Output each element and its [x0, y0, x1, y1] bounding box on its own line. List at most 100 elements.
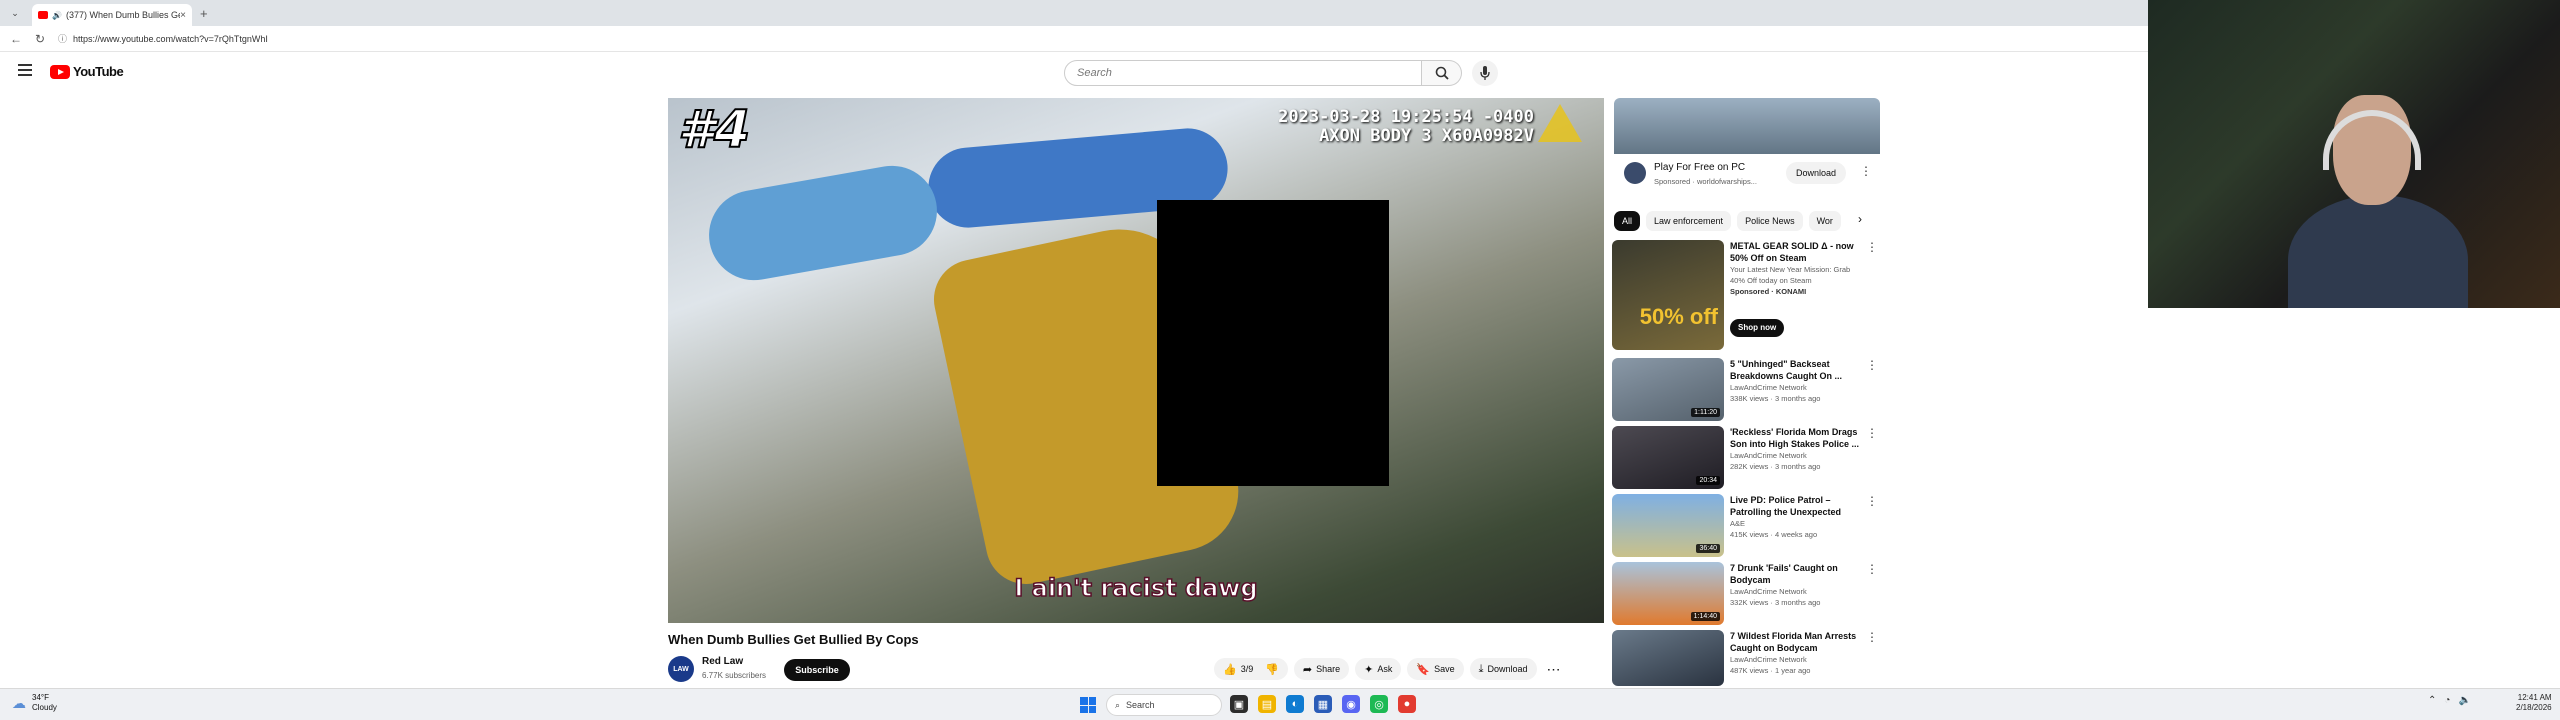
- tab-close-icon[interactable]: ×: [180, 10, 186, 21]
- rec-item-sponsored[interactable]: 50% off METAL GEAR SOLID Δ - now 50% Off…: [1612, 240, 1882, 352]
- channel-avatar[interactable]: LAW: [668, 656, 694, 682]
- spotify-icon[interactable]: ◎: [1370, 695, 1388, 713]
- discord-icon[interactable]: ◉: [1342, 695, 1360, 713]
- reload-icon[interactable]: ↻: [32, 32, 48, 46]
- taskbar-search[interactable]: ⌕ Search: [1106, 694, 1222, 716]
- rec-thumbnail[interactable]: 1:11:20: [1612, 358, 1724, 421]
- rec-duration: 20:34: [1696, 476, 1720, 485]
- site-info-icon[interactable]: ⓘ: [58, 32, 67, 45]
- rec-title[interactable]: 'Reckless' Florida Mom Drags Son into Hi…: [1730, 426, 1860, 450]
- rec-item[interactable]: 7 Wildest Florida Man Arrests Caught on …: [1612, 630, 1882, 686]
- file-explorer-icon[interactable]: ▤: [1258, 695, 1276, 713]
- wifi-icon[interactable]: ◔: [2444, 695, 2450, 706]
- rec-thumbnail[interactable]: 20:34: [1612, 426, 1724, 489]
- video-rank-overlay: #4: [677, 99, 751, 161]
- ask-button[interactable]: ✦ Ask: [1355, 658, 1402, 680]
- rec-line-1: Your Latest New Year Mission: Grab: [1730, 265, 1851, 274]
- rec-info: Live PD: Police Patrol – Patrolling the …: [1730, 494, 1860, 540]
- rec-channel[interactable]: LawAndCrime Network: [1730, 654, 1860, 665]
- url-field[interactable]: ⓘ https://www.youtube.com/watch?v=7rQhTt…: [58, 32, 268, 45]
- sidebar-ad-banner[interactable]: [1614, 98, 1880, 154]
- rec-info: 'Reckless' Florida Mom Drags Son into Hi…: [1730, 426, 1860, 472]
- thumbs-down-icon[interactable]: 👎: [1265, 663, 1279, 676]
- rec-more-icon[interactable]: ⋮: [1866, 494, 1878, 508]
- chips-next-arrow-icon[interactable]: ›: [1858, 212, 1862, 226]
- chip-wor[interactable]: Wor: [1808, 211, 1841, 231]
- rec-more-icon[interactable]: ⋮: [1866, 630, 1878, 644]
- rec-item[interactable]: 20:34 'Reckless' Florida Mom Drags Son i…: [1612, 426, 1882, 490]
- subscribe-button[interactable]: Subscribe: [784, 659, 850, 681]
- rec-item[interactable]: 1:14:40 7 Drunk 'Fails' Caught on Bodyca…: [1612, 562, 1882, 626]
- rec-thumbnail[interactable]: 50% off: [1612, 240, 1724, 350]
- system-tray: ⌃ ◔ 🔈: [2428, 695, 2471, 706]
- download-button[interactable]: ⤓ Download: [1469, 658, 1537, 680]
- more-actions-icon[interactable]: ⋯: [1547, 661, 1561, 678]
- like-button[interactable]: 👍 3/9 👎: [1214, 658, 1288, 680]
- microphone-icon: [1480, 66, 1490, 80]
- store-icon[interactable]: ▦: [1314, 695, 1332, 713]
- windows-start-icon[interactable]: [1080, 697, 1096, 713]
- rec-more-icon[interactable]: ⋮: [1866, 562, 1878, 576]
- browser-tab-active[interactable]: 🔊 (377) When Dumb Bullies Get ×: [32, 4, 192, 26]
- back-arrow-icon[interactable]: ←: [8, 32, 24, 46]
- webcam-person-body: [2288, 195, 2468, 308]
- new-tab-button[interactable]: +: [200, 6, 208, 21]
- youtube-logo[interactable]: YouTube: [50, 64, 124, 79]
- tray-chevron-icon[interactable]: ⌃: [2428, 695, 2436, 706]
- rec-item[interactable]: 36:40 Live PD: Police Patrol – Patrollin…: [1612, 494, 1882, 558]
- weather-widget[interactable]: ☁ 34°F Cloudy: [12, 693, 57, 713]
- chip-all[interactable]: All: [1614, 211, 1641, 231]
- save-label: Save: [1434, 664, 1455, 674]
- chrome-icon[interactable]: ●: [1398, 695, 1416, 713]
- taskbar-search-icon: ⌕: [1115, 699, 1121, 710]
- rec-title[interactable]: 7 Drunk 'Fails' Caught on Bodycam: [1730, 562, 1860, 586]
- rec-meta: 332K views · 3 months ago: [1730, 598, 1821, 607]
- rec-more-icon[interactable]: ⋮: [1866, 426, 1878, 440]
- speaker-icon[interactable]: 🔊: [52, 11, 62, 20]
- rec-thumbnail[interactable]: 36:40: [1612, 494, 1724, 557]
- rec-title[interactable]: 5 "Unhinged" Backseat Breakdowns Caught …: [1730, 358, 1860, 382]
- rec-info: 7 Wildest Florida Man Arrests Caught on …: [1730, 630, 1860, 676]
- save-button[interactable]: 🔖 Save: [1407, 658, 1464, 680]
- voice-search-button[interactable]: [1472, 60, 1498, 86]
- taskbar-clock[interactable]: 12:41 AM 2/18/2026: [2516, 693, 2552, 713]
- rec-item[interactable]: 1:11:20 5 "Unhinged" Backseat Breakdowns…: [1612, 358, 1882, 422]
- rec-line-2: 40% Off today on Steam: [1730, 276, 1812, 285]
- video-player[interactable]: #4 2023-03-28 19:25:54 -0400 AXON BODY 3…: [668, 98, 1604, 623]
- clock-time: 12:41 AM: [2517, 693, 2552, 702]
- channel-name[interactable]: Red Law: [702, 656, 743, 667]
- shop-now-button[interactable]: Shop now: [1730, 319, 1785, 337]
- rec-title[interactable]: Live PD: Police Patrol – Patrolling the …: [1730, 494, 1860, 518]
- browser-tab-bar: ⌄ 🔊 (377) When Dumb Bullies Get × +: [0, 0, 2148, 26]
- rec-thumbnail[interactable]: 1:14:40: [1612, 562, 1724, 625]
- bodycam-overlay: 2023-03-28 19:25:54 -0400 AXON BODY 3 X6…: [1278, 108, 1534, 146]
- rec-channel[interactable]: LawAndCrime Network: [1730, 450, 1860, 461]
- cloud-icon: ☁: [12, 694, 26, 711]
- rec-title[interactable]: 7 Wildest Florida Man Arrests Caught on …: [1730, 630, 1860, 654]
- rec-info: METAL GEAR SOLID Δ - now 50% Off on Stea…: [1730, 240, 1860, 337]
- rec-channel[interactable]: LawAndCrime Network: [1730, 586, 1860, 597]
- sidebar-ad-row[interactable]: Play For Free on PC Sponsored · worldofw…: [1614, 156, 1880, 194]
- ad-more-icon[interactable]: ⋮: [1860, 164, 1872, 178]
- rec-more-icon[interactable]: ⋮: [1866, 240, 1878, 254]
- rec-channel[interactable]: A&E: [1730, 518, 1860, 529]
- volume-icon[interactable]: 🔈: [2458, 695, 2470, 706]
- taskview-icon[interactable]: ▣: [1230, 695, 1248, 713]
- search-input[interactable]: Search: [1064, 60, 1422, 86]
- rec-info: 7 Drunk 'Fails' Caught on Bodycam LawAnd…: [1730, 562, 1860, 608]
- edge-icon[interactable]: ◐: [1286, 695, 1304, 713]
- rec-channel[interactable]: LawAndCrime Network: [1730, 382, 1860, 393]
- video-actions: 👍 3/9 👎 ➦ Share ✦ Ask 🔖 Save ⤓ Download …: [1214, 658, 1561, 680]
- chip-law-enforcement[interactable]: Law enforcement: [1646, 211, 1732, 231]
- rec-more-icon[interactable]: ⋮: [1866, 358, 1878, 372]
- rec-title[interactable]: METAL GEAR SOLID Δ - now 50% Off on Stea…: [1730, 240, 1860, 264]
- sidebar-filter-chips: All Law enforcement Police News Wor: [1614, 210, 1880, 232]
- hamburger-menu-icon[interactable]: [18, 64, 32, 76]
- rec-thumbnail[interactable]: [1612, 630, 1724, 686]
- share-button[interactable]: ➦ Share: [1293, 658, 1350, 680]
- search-button[interactable]: [1422, 60, 1462, 86]
- chip-police-news[interactable]: Police News: [1737, 211, 1803, 231]
- tab-list-chevron-icon[interactable]: ⌄: [8, 6, 22, 20]
- ad-advertiser-icon: [1624, 162, 1646, 184]
- ad-download-button[interactable]: Download: [1786, 162, 1846, 184]
